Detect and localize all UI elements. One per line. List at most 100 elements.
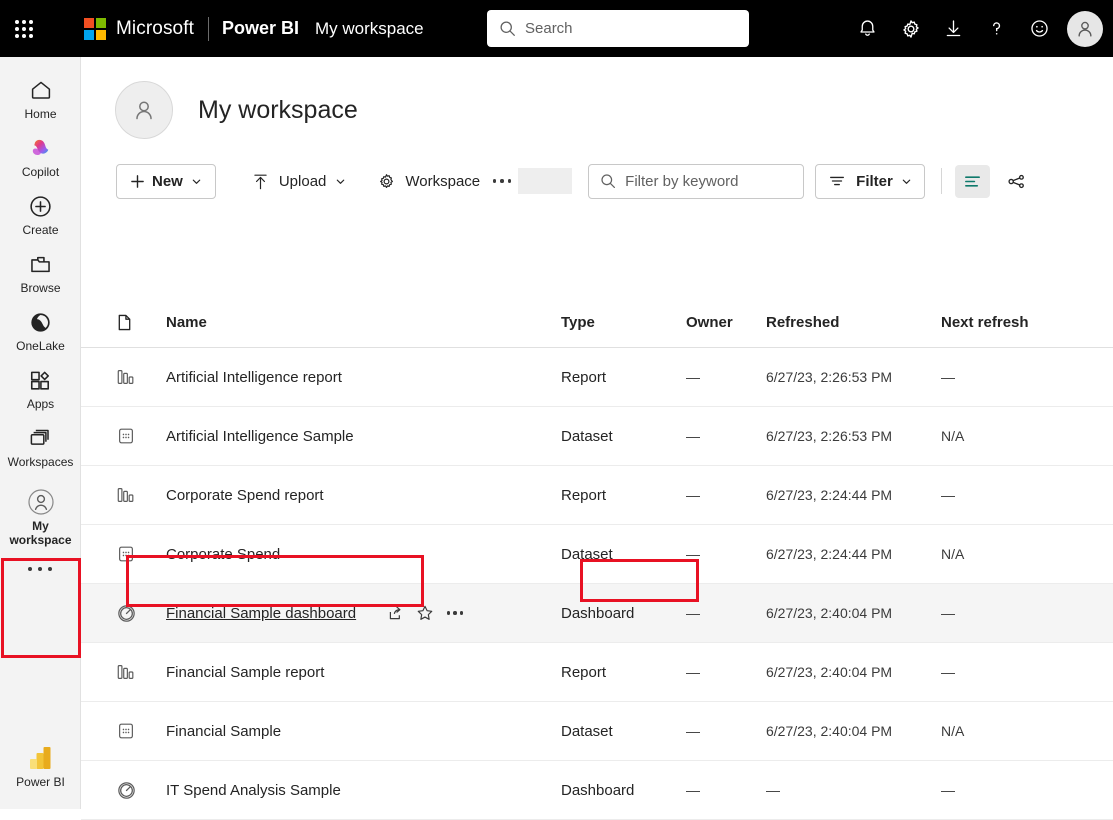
toolbar-more-button[interactable] (488, 165, 516, 197)
item-type: Dashboard (561, 782, 686, 799)
column-header-owner[interactable]: Owner (686, 314, 766, 331)
main-content-area: My workspace New (81, 57, 1113, 809)
header-actions (846, 0, 1103, 57)
page-title: My workspace (198, 96, 358, 125)
microsoft-brand-text: Microsoft (116, 18, 194, 40)
item-name-link[interactable]: Financial Sample dashboard (166, 605, 356, 622)
plus-icon (130, 174, 145, 189)
report-bar-chart-icon (116, 367, 166, 387)
table-row-financial-sample-dashboard[interactable]: Financial Sample dashboard (81, 584, 1113, 643)
item-refreshed: 6/27/23, 2:24:44 PM (766, 546, 941, 562)
filter-keyword-input[interactable]: Filter by keyword (588, 164, 804, 199)
workspace-toolbar: New Upload (81, 139, 1113, 203)
table-row[interactable]: Financial Sample report Report — 6/27/23… (81, 643, 1113, 702)
sidebar-item-browse[interactable]: Browse (0, 243, 81, 301)
upload-button[interactable]: Upload (243, 164, 355, 198)
new-button[interactable]: New (116, 164, 216, 199)
list-view-button[interactable] (955, 165, 990, 198)
table-row[interactable]: Corporate Spend report Report — 6/27/23,… (81, 466, 1113, 525)
sidebar-item-onelake[interactable]: OneLake (0, 301, 81, 359)
item-name[interactable]: Corporate Spend (166, 546, 280, 563)
item-owner: — (686, 782, 766, 798)
gear-icon (377, 172, 396, 191)
product-name-link[interactable]: Power BI (222, 18, 299, 39)
item-owner: — (686, 369, 766, 385)
filter-button[interactable]: Filter (815, 164, 925, 199)
item-next-refresh: — (941, 487, 1081, 503)
item-owner: — (686, 487, 766, 503)
onelake-icon (28, 309, 53, 335)
microsoft-logo-icon (84, 18, 106, 40)
item-name[interactable]: Corporate Spend report (166, 487, 324, 504)
item-type: Report (561, 664, 686, 681)
sidebar-item-my-workspace[interactable]: My workspace (0, 481, 81, 553)
filter-placeholder-text: Filter by keyword (625, 173, 738, 190)
workspace-settings-button[interactable]: Workspace (369, 164, 488, 198)
table-row[interactable]: Corporate Spend Dataset — 6/27/23, 2:24:… (81, 525, 1113, 584)
column-header-refreshed[interactable]: Refreshed (766, 314, 941, 331)
report-bar-chart-icon (116, 485, 166, 505)
share-icon[interactable] (380, 599, 410, 627)
help-question-icon (986, 18, 1007, 39)
search-placeholder-text: Search (525, 20, 573, 37)
table-row[interactable]: Artificial Intelligence report Report — … (81, 348, 1113, 407)
item-refreshed: 6/27/23, 2:24:44 PM (766, 487, 941, 503)
lineage-view-button[interactable] (999, 165, 1034, 198)
feedback-button[interactable] (1018, 7, 1061, 50)
item-type: Dataset (561, 546, 686, 563)
account-avatar-button[interactable] (1067, 11, 1103, 47)
microsoft-logo-link[interactable]: Microsoft (84, 18, 194, 40)
item-refreshed: 6/27/23, 2:40:04 PM (766, 723, 941, 739)
power-bi-logo-icon (28, 745, 54, 771)
notifications-button[interactable] (846, 7, 889, 50)
home-icon (29, 77, 53, 103)
apps-icon (28, 367, 53, 393)
report-bar-chart-icon (116, 662, 166, 682)
filter-lines-icon (828, 172, 846, 190)
item-refreshed: 6/27/23, 2:26:53 PM (766, 369, 941, 385)
item-next-refresh: N/A (941, 723, 1081, 739)
sidebar-item-label: Create (22, 223, 58, 237)
column-header-type[interactable]: Type (561, 314, 686, 331)
item-owner: — (686, 605, 766, 621)
breadcrumb-my-workspace[interactable]: My workspace (315, 19, 424, 39)
sidebar-item-label: Browse (20, 281, 60, 295)
favorite-star-icon[interactable] (410, 599, 440, 627)
power-bi-footer-link[interactable]: Power BI (0, 737, 81, 795)
sidebar-item-workspaces[interactable]: Workspaces (0, 417, 81, 475)
sidebar-item-home[interactable]: Home (0, 69, 81, 127)
item-name[interactable]: Artificial Intelligence report (166, 369, 342, 386)
item-name[interactable]: Financial Sample (166, 723, 281, 740)
table-row[interactable]: IT Spend Analysis Sample Dashboard — — — (81, 761, 1113, 820)
upload-icon (251, 172, 270, 191)
global-search-input[interactable]: Search (487, 10, 749, 47)
help-button[interactable] (975, 7, 1018, 50)
item-next-refresh: — (941, 782, 1081, 798)
item-name[interactable]: IT Spend Analysis Sample (166, 782, 341, 799)
item-next-refresh: — (941, 605, 1081, 621)
item-name[interactable]: Artificial Intelligence Sample (166, 428, 354, 445)
more-options-icon[interactable] (440, 599, 470, 627)
sidebar-more-button[interactable] (0, 553, 80, 571)
download-button[interactable] (932, 7, 975, 50)
settings-button[interactable] (889, 7, 932, 50)
item-type: Dashboard (561, 605, 686, 622)
table-row[interactable]: Artificial Intelligence Sample Dataset —… (81, 407, 1113, 466)
content-list-table: Name Type Owner Refreshed Next refresh A… (81, 298, 1113, 820)
sidebar-item-apps[interactable]: Apps (0, 359, 81, 417)
column-header-name[interactable]: Name (166, 314, 561, 331)
item-type: Report (561, 487, 686, 504)
search-icon (600, 173, 616, 189)
table-row[interactable]: Financial Sample Dataset — 6/27/23, 2:40… (81, 702, 1113, 761)
sidebar-item-copilot[interactable]: Copilot (0, 127, 81, 185)
feedback-smiley-icon (1029, 18, 1050, 39)
item-type: Report (561, 369, 686, 386)
sidebar-item-label: My workspace (3, 519, 79, 547)
item-type: Dataset (561, 428, 686, 445)
column-header-next-refresh[interactable]: Next refresh (941, 314, 1081, 331)
sidebar-item-create[interactable]: Create (0, 185, 81, 243)
settings-gear-icon (900, 18, 922, 40)
app-launcher-button[interactable] (0, 0, 48, 57)
sidebar-item-label: Copilot (22, 165, 59, 179)
item-name[interactable]: Financial Sample report (166, 664, 324, 681)
